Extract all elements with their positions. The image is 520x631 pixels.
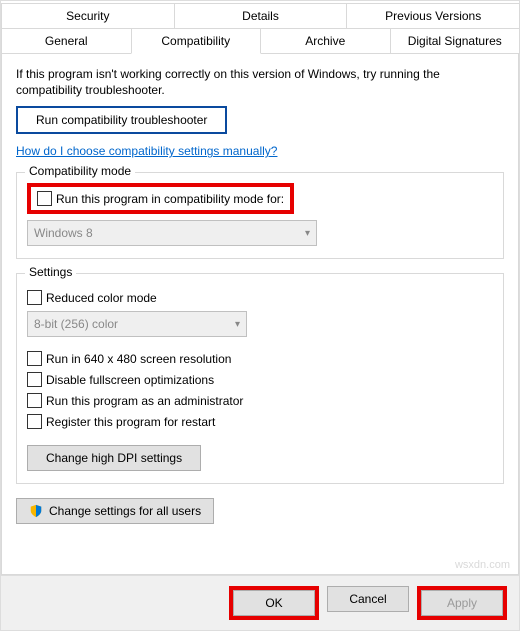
change-dpi-button[interactable]: Change high DPI settings bbox=[27, 445, 201, 471]
highlight-apply: Apply bbox=[417, 586, 507, 620]
tab-general[interactable]: General bbox=[1, 28, 132, 54]
shield-icon bbox=[29, 504, 43, 518]
manual-settings-link[interactable]: How do I choose compatibility settings m… bbox=[16, 144, 277, 158]
compat-mode-label: Run this program in compatibility mode f… bbox=[56, 192, 284, 206]
compat-os-value: Windows 8 bbox=[34, 226, 93, 240]
tab-compatibility[interactable]: Compatibility bbox=[131, 28, 262, 54]
tab-previous-versions[interactable]: Previous Versions bbox=[346, 3, 520, 28]
tab-archive[interactable]: Archive bbox=[260, 28, 391, 54]
apply-button[interactable]: Apply bbox=[421, 590, 503, 616]
color-depth-select[interactable]: 8-bit (256) color ▾ bbox=[27, 311, 247, 337]
highlight-ok: OK bbox=[229, 586, 319, 620]
tab-security[interactable]: Security bbox=[1, 3, 175, 28]
cancel-button[interactable]: Cancel bbox=[327, 586, 409, 612]
change-all-users-label: Change settings for all users bbox=[49, 504, 201, 518]
intro-text: If this program isn't working correctly … bbox=[16, 66, 504, 98]
compat-os-select[interactable]: Windows 8 ▾ bbox=[27, 220, 317, 246]
run-640-label: Run in 640 x 480 screen resolution bbox=[46, 352, 231, 366]
compatibility-mode-title: Compatibility mode bbox=[25, 164, 135, 178]
register-restart-label: Register this program for restart bbox=[46, 415, 215, 429]
chevron-down-icon: ▾ bbox=[305, 228, 310, 239]
disable-fullscreen-label: Disable fullscreen optimizations bbox=[46, 373, 214, 387]
tab-content: If this program isn't working correctly … bbox=[1, 53, 519, 575]
reduced-color-checkbox[interactable] bbox=[27, 290, 42, 305]
ok-button[interactable]: OK bbox=[233, 590, 315, 616]
tab-details[interactable]: Details bbox=[174, 3, 348, 28]
highlight-compat-checkbox: Run this program in compatibility mode f… bbox=[27, 183, 294, 214]
reduced-color-label: Reduced color mode bbox=[46, 291, 157, 305]
color-depth-value: 8-bit (256) color bbox=[34, 317, 118, 331]
compat-mode-checkbox[interactable] bbox=[37, 191, 52, 206]
run-troubleshooter-button[interactable]: Run compatibility troubleshooter bbox=[16, 106, 227, 134]
dialog-footer: OK Cancel Apply bbox=[1, 575, 519, 630]
run-admin-label: Run this program as an administrator bbox=[46, 394, 243, 408]
tab-digital-signatures[interactable]: Digital Signatures bbox=[390, 28, 520, 54]
settings-group: Settings Reduced color mode 8-bit (256) … bbox=[16, 273, 504, 484]
run-admin-checkbox[interactable] bbox=[27, 393, 42, 408]
run-640-checkbox[interactable] bbox=[27, 351, 42, 366]
change-all-users-button[interactable]: Change settings for all users bbox=[16, 498, 214, 524]
tab-strip: Security Details Previous Versions Gener… bbox=[1, 1, 519, 54]
properties-dialog: Security Details Previous Versions Gener… bbox=[0, 0, 520, 631]
settings-title: Settings bbox=[25, 265, 76, 279]
register-restart-checkbox[interactable] bbox=[27, 414, 42, 429]
compatibility-mode-group: Compatibility mode Run this program in c… bbox=[16, 172, 504, 259]
disable-fullscreen-checkbox[interactable] bbox=[27, 372, 42, 387]
chevron-down-icon: ▾ bbox=[235, 319, 240, 330]
